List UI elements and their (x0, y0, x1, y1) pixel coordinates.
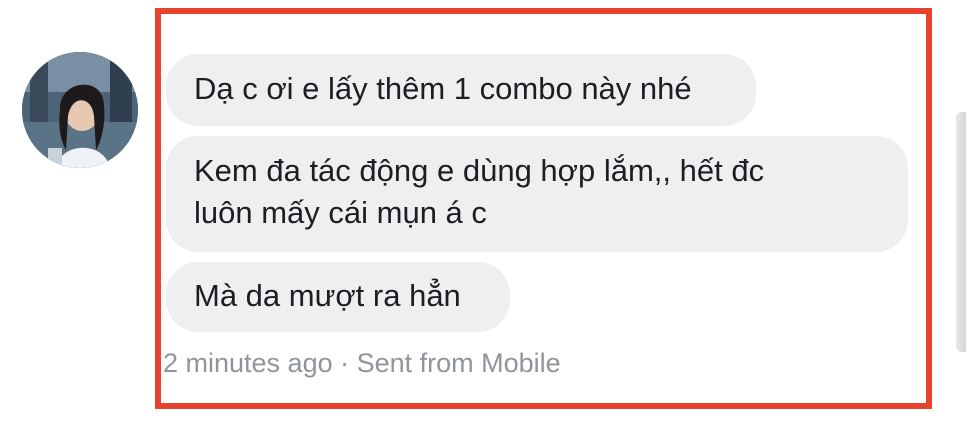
person-photo-avatar-icon (22, 52, 138, 168)
scrollbar[interactable] (956, 112, 966, 352)
highlight-annotation-frame (155, 8, 932, 409)
avatar[interactable] (22, 52, 138, 168)
